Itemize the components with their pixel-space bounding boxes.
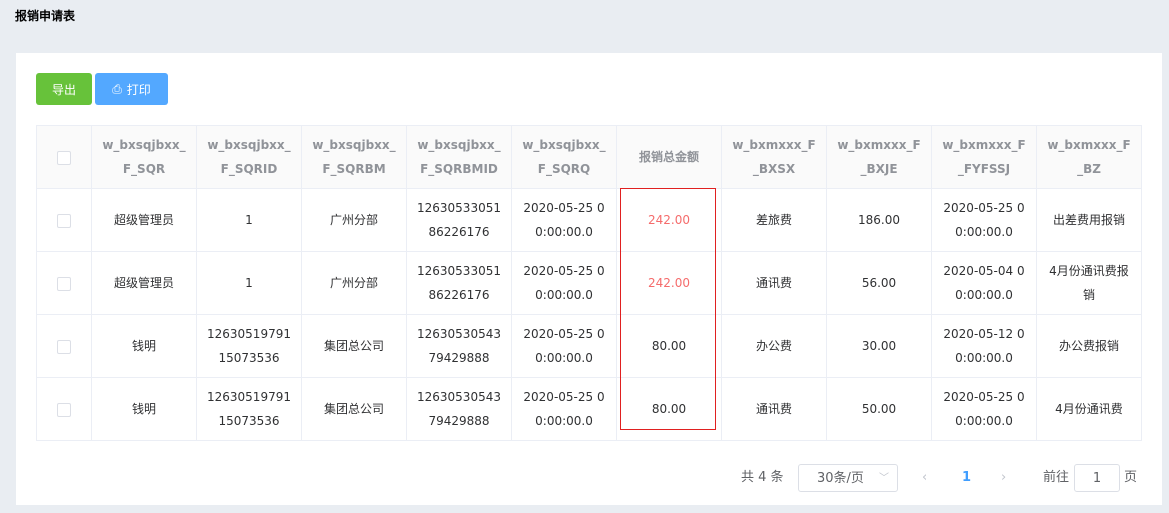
page-title: 报销申请表 — [15, 9, 76, 23]
table-cell: 80.00 — [616, 314, 722, 378]
row-checkbox[interactable] — [57, 402, 71, 417]
table-header-row: w_bxsqjbxx_F_SQR w_bxsqjbxx_F_SQRID w_bxsq… — [36, 125, 1142, 189]
table-row: 钱明 1263051979115073536 集团总公司 12630530543794… — [36, 377, 1142, 441]
table-cell: 50.00 — [826, 377, 932, 441]
row-checkbox[interactable] — [57, 339, 71, 354]
table-cell: 1263053054379429888 — [406, 377, 512, 441]
table-cell: 80.00 — [616, 377, 722, 441]
column-header: w_bxmxxx_F_FYFSSJ — [931, 125, 1037, 189]
column-header: w_bxsqjbxx_F_SQRBMID — [406, 125, 512, 189]
table-cell: 集团总公司 — [301, 377, 407, 441]
table-cell: 242.00 — [616, 188, 722, 252]
select-all-cell — [36, 125, 92, 189]
table-cell: 242.00 — [616, 251, 722, 315]
print-label: 打印 — [126, 82, 151, 97]
table-row: 超级管理员 1 广州分部 1263053305186226176 2020-05-25 … — [36, 188, 1142, 252]
column-header: w_bxsqjbxx_F_SQR — [91, 125, 197, 189]
table-cell: 4月份通讯费报销 — [1036, 251, 1142, 315]
table-cell: 1263053054379429888 — [406, 314, 512, 378]
table-cell: 2020-05-25 00:00:00.0 — [931, 377, 1037, 441]
table-cell: 4月份通讯费 — [1036, 377, 1142, 441]
column-header: w_bxmxxx_F_BZ — [1036, 125, 1142, 189]
row-select-cell — [36, 251, 92, 315]
column-header: w_bxsqjbxx_F_SQRBM — [301, 125, 407, 189]
table-cell: 差旅费 — [721, 188, 827, 252]
prev-page-icon[interactable]: ‹ — [922, 464, 927, 492]
data-table: w_bxsqjbxx_F_SQR w_bxsqjbxx_F_SQRID w_bxsq… — [36, 125, 1142, 441]
table-cell: 通讯费 — [721, 251, 827, 315]
table-cell: 钱明 — [91, 377, 197, 441]
table-cell: 1 — [196, 188, 302, 252]
table-cell: 1263051979115073536 — [196, 314, 302, 378]
printer-icon: ⎙ — [112, 81, 122, 96]
export-button[interactable]: 导出 — [36, 73, 92, 105]
table-cell: 2020-05-25 00:00:00.0 — [511, 251, 617, 315]
select-all-checkbox[interactable] — [57, 150, 71, 165]
table-cell: 2020-05-04 00:00:00.0 — [931, 251, 1037, 315]
next-page-icon[interactable]: › — [1001, 464, 1006, 492]
goto-page-input[interactable]: 1 — [1074, 464, 1120, 492]
table-cell: 钱明 — [91, 314, 197, 378]
pagination: 共 4 条 30条/页 ﹀ ‹ 1 › 前往 1 页 — [16, 464, 1162, 492]
column-header: w_bxmxxx_F_BXJE — [826, 125, 932, 189]
table-cell: 办公费报销 — [1036, 314, 1142, 378]
row-checkbox[interactable] — [57, 276, 71, 291]
row-select-cell — [36, 377, 92, 441]
table-cell: 1263051979115073536 — [196, 377, 302, 441]
table-cell: 56.00 — [826, 251, 932, 315]
table-cell: 2020-05-25 00:00:00.0 — [511, 188, 617, 252]
page-number[interactable]: 1 — [962, 464, 971, 492]
row-checkbox[interactable] — [57, 213, 71, 228]
column-header: w_bxsqjbxx_F_SQRID — [196, 125, 302, 189]
table-cell: 广州分部 — [301, 188, 407, 252]
page-size-value: 30条/页 — [817, 471, 864, 486]
table-cell: 1263053305186226176 — [406, 188, 512, 252]
table-cell: 出差费用报销 — [1036, 188, 1142, 252]
chevron-down-icon: ﹀ — [879, 473, 889, 484]
table-cell: 通讯费 — [721, 377, 827, 441]
table-cell: 广州分部 — [301, 251, 407, 315]
table-cell: 2020-05-25 00:00:00.0 — [511, 377, 617, 441]
goto-label: 前往 — [1043, 470, 1070, 485]
print-button[interactable]: ⎙ 打印 — [95, 73, 168, 105]
row-select-cell — [36, 314, 92, 378]
table-cell: 超级管理员 — [91, 251, 197, 315]
table-row: 钱明 1263051979115073536 集团总公司 12630530543794… — [36, 314, 1142, 378]
table-cell: 2020-05-12 00:00:00.0 — [931, 314, 1037, 378]
table-cell: 2020-05-25 00:00:00.0 — [931, 188, 1037, 252]
table-cell: 30.00 — [826, 314, 932, 378]
table-cell: 2020-05-25 00:00:00.0 — [511, 314, 617, 378]
content-panel: 导出 ⎙ 打印 w_bxsqjbxx_F_SQR w_bxsqjbxx_F_SQRI… — [16, 53, 1162, 505]
table-cell: 1 — [196, 251, 302, 315]
table-cell: 1263053305186226176 — [406, 251, 512, 315]
table-row: 超级管理员 1 广州分部 1263053305186226176 2020-05-25 … — [36, 251, 1142, 315]
table-cell: 186.00 — [826, 188, 932, 252]
page-suffix: 页 — [1124, 470, 1138, 485]
row-select-cell — [36, 188, 92, 252]
table-cell: 超级管理员 — [91, 188, 197, 252]
column-header: 报销总金额 — [616, 125, 722, 189]
table-cell: 办公费 — [721, 314, 827, 378]
column-header: w_bxsqjbxx_F_SQRQ — [511, 125, 617, 189]
column-header: w_bxmxxx_F_BXSX — [721, 125, 827, 189]
total-count: 共 4 条 — [741, 470, 784, 485]
export-label: 导出 — [51, 82, 76, 97]
page-size-select[interactable]: 30条/页 ﹀ — [798, 464, 898, 492]
table-cell: 集团总公司 — [301, 314, 407, 378]
